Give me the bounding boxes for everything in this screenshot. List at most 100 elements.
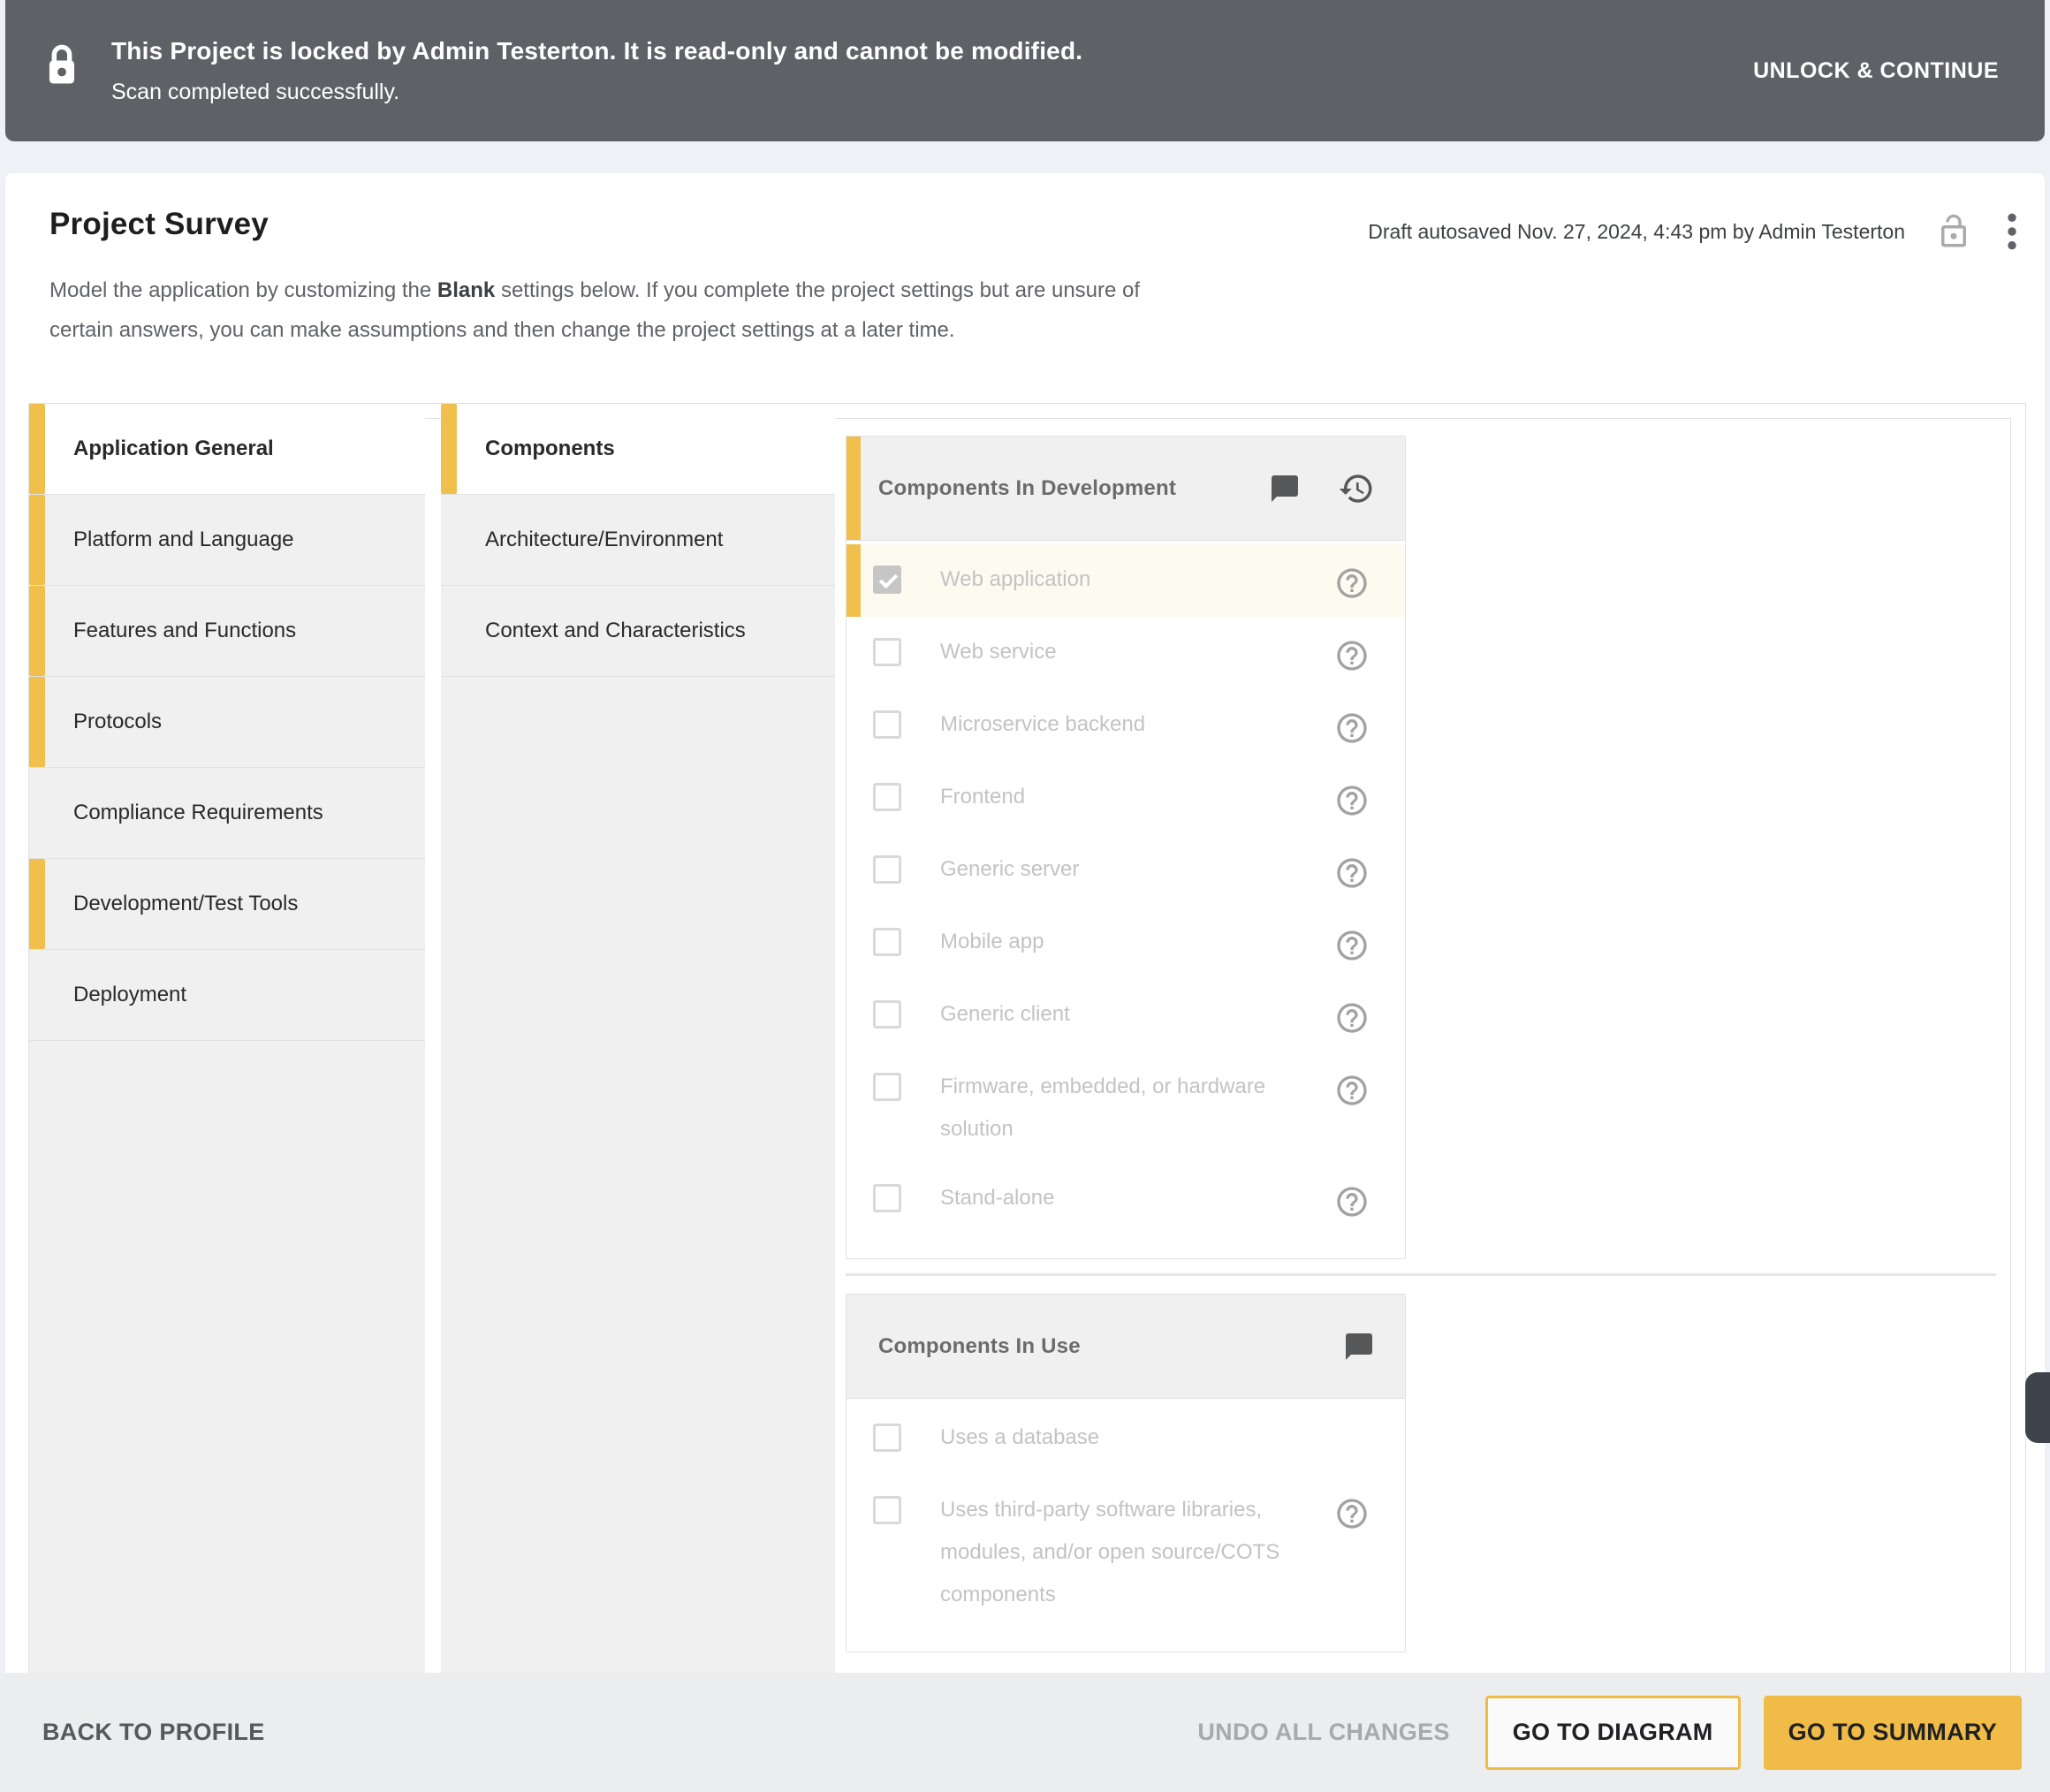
nav-item-label: Features and Functions xyxy=(73,619,296,643)
nav-accent-bar xyxy=(29,859,45,949)
checkbox-row: Web application xyxy=(847,544,1405,617)
comment-icon[interactable] xyxy=(1340,1327,1378,1366)
scan-status-message: Scan completed successfully. xyxy=(111,80,1748,105)
checkbox-row: Firmware, embedded, or hardware solution xyxy=(847,1052,1405,1163)
help-icon[interactable] xyxy=(1331,924,1373,967)
checkbox-unchecked[interactable] xyxy=(873,1184,901,1212)
nav-item-label: Architecture/Environment xyxy=(485,528,723,552)
nav-accent-bar xyxy=(29,677,45,767)
nav-accent-bar xyxy=(29,586,45,676)
checkbox-row: Mobile app xyxy=(847,907,1405,979)
nav-primary-compliance-requirements[interactable]: Compliance Requirements xyxy=(29,768,425,859)
checkbox-unchecked[interactable] xyxy=(873,855,901,884)
unlock-continue-button[interactable]: UNLOCK & CONTINUE xyxy=(1748,46,2004,96)
primary-section-nav: Application General Platform and Language… xyxy=(29,404,425,1791)
locked-banner: This Project is locked by Admin Testerto… xyxy=(5,0,2045,141)
nav-secondary-context-and-characteristics[interactable]: Context and Characteristics xyxy=(441,586,835,677)
panel-title: Components In Development xyxy=(878,476,1265,501)
help-icon[interactable] xyxy=(1331,1492,1373,1535)
checkbox-label: Microservice backend xyxy=(901,703,1331,746)
help-icon[interactable] xyxy=(1331,779,1373,822)
survey-container: Application General Platform and Language… xyxy=(28,403,2026,1792)
nav-accent-bar xyxy=(29,404,45,494)
nav-primary-deployment[interactable]: Deployment xyxy=(29,950,425,1041)
help-icon[interactable] xyxy=(1331,707,1373,749)
collapsed-panel-handle[interactable] xyxy=(2025,1372,2050,1443)
nav-primary-platform-and-language[interactable]: Platform and Language xyxy=(29,495,425,586)
checkbox-label: Stand-alone xyxy=(901,1177,1331,1219)
checkbox-unchecked[interactable] xyxy=(873,638,901,666)
nav-filler xyxy=(441,677,835,1791)
checkbox-label: Firmware, embedded, or hardware solution xyxy=(901,1066,1331,1150)
nav-accent-bar xyxy=(29,495,45,585)
nav-item-label: Application General xyxy=(73,437,274,461)
lock-open-icon[interactable] xyxy=(1932,209,1976,254)
section-divider xyxy=(846,1273,1996,1276)
nav-primary-development-test-tools[interactable]: Development/Test Tools xyxy=(29,859,425,950)
survey-content: Components In Development Web applicatio… xyxy=(835,404,2025,1791)
checkbox-row: Generic client xyxy=(847,979,1405,1052)
nav-item-label: Development/Test Tools xyxy=(73,892,298,916)
checkbox-unchecked[interactable] xyxy=(873,1496,901,1524)
checkbox-unchecked[interactable] xyxy=(873,1000,901,1029)
nav-item-label: Platform and Language xyxy=(73,528,294,552)
history-icon[interactable] xyxy=(1334,467,1378,511)
more-options-button[interactable] xyxy=(2002,209,2022,254)
nav-item-label: Deployment xyxy=(73,983,186,1007)
help-icon[interactable] xyxy=(1331,997,1373,1039)
checkbox-row: Microservice backend xyxy=(847,689,1405,762)
checkbox-unchecked[interactable] xyxy=(873,1073,901,1101)
panel-accent-bar xyxy=(847,437,861,540)
undo-all-changes-button[interactable]: UNDO ALL CHANGES xyxy=(1197,1719,1449,1746)
checkbox-row: Web service xyxy=(847,617,1405,689)
locked-message: This Project is locked by Admin Testerto… xyxy=(111,37,1748,65)
help-icon[interactable] xyxy=(1331,634,1373,677)
components-in-development-panel: Components In Development Web applicatio… xyxy=(846,436,1406,1259)
nav-primary-application-general[interactable]: Application General xyxy=(29,404,425,495)
nav-secondary-architecture-environment[interactable]: Architecture/Environment xyxy=(441,495,835,586)
project-survey-card: Project Survey Draft autosaved Nov. 27, … xyxy=(5,173,2045,1792)
lock-icon xyxy=(44,43,80,94)
checkbox-row: Stand-alone xyxy=(847,1163,1405,1235)
nav-primary-protocols[interactable]: Protocols xyxy=(29,677,425,768)
comment-icon[interactable] xyxy=(1265,469,1304,508)
checkbox-label: Frontend xyxy=(901,776,1331,818)
checkbox-label: Generic server xyxy=(901,848,1331,891)
checkbox-label: Web service xyxy=(901,631,1331,673)
help-icon[interactable] xyxy=(1331,1069,1373,1112)
row-accent-bar xyxy=(847,544,861,617)
checkbox-unchecked[interactable] xyxy=(873,928,901,956)
checkbox-label: Web application xyxy=(901,558,1331,601)
go-to-summary-button[interactable]: GO TO SUMMARY xyxy=(1764,1696,2022,1770)
checkbox-label: Generic client xyxy=(901,993,1331,1036)
checkbox-row: Generic server xyxy=(847,834,1405,907)
checkbox-unchecked[interactable] xyxy=(873,710,901,739)
help-icon[interactable] xyxy=(1331,562,1373,604)
nav-item-label: Context and Characteristics xyxy=(485,619,746,643)
go-to-diagram-button[interactable]: GO TO DIAGRAM xyxy=(1485,1696,1741,1770)
page-title: Project Survey xyxy=(49,207,269,242)
checkbox-label: Mobile app xyxy=(901,921,1331,963)
survey-description: Model the application by customizing the… xyxy=(5,254,2045,350)
help-icon[interactable] xyxy=(1331,1181,1373,1223)
help-icon-placeholder xyxy=(1338,1420,1373,1455)
components-in-use-panel: Components In Use Uses a database Uses th… xyxy=(846,1294,1406,1652)
panel-title: Components In Use xyxy=(878,1334,1340,1359)
nav-item-label: Protocols xyxy=(73,710,162,734)
nav-accent-bar xyxy=(441,404,457,494)
checkbox-row: Frontend xyxy=(847,762,1405,834)
nav-secondary-components[interactable]: Components xyxy=(441,404,835,495)
autosave-status: Draft autosaved Nov. 27, 2024, 4:43 pm b… xyxy=(1368,220,1905,244)
nav-item-label: Compliance Requirements xyxy=(73,801,323,825)
checkbox-row: Uses third-party software libraries, mod… xyxy=(847,1475,1405,1629)
checkbox-label: Uses third-party software libraries, mod… xyxy=(901,1489,1331,1616)
checkbox-unchecked[interactable] xyxy=(873,1424,901,1452)
checkbox-checked[interactable] xyxy=(873,566,901,594)
back-to-profile-button[interactable]: BACK TO PROFILE xyxy=(42,1719,265,1746)
footer-action-bar: BACK TO PROFILE UNDO ALL CHANGES GO TO D… xyxy=(0,1673,2050,1792)
checkbox-unchecked[interactable] xyxy=(873,783,901,811)
help-icon[interactable] xyxy=(1331,852,1373,894)
checkbox-label: Uses a database xyxy=(901,1416,1338,1459)
secondary-section-nav: Components Architecture/Environment Contex… xyxy=(441,404,835,1791)
nav-primary-features-and-functions[interactable]: Features and Functions xyxy=(29,586,425,677)
